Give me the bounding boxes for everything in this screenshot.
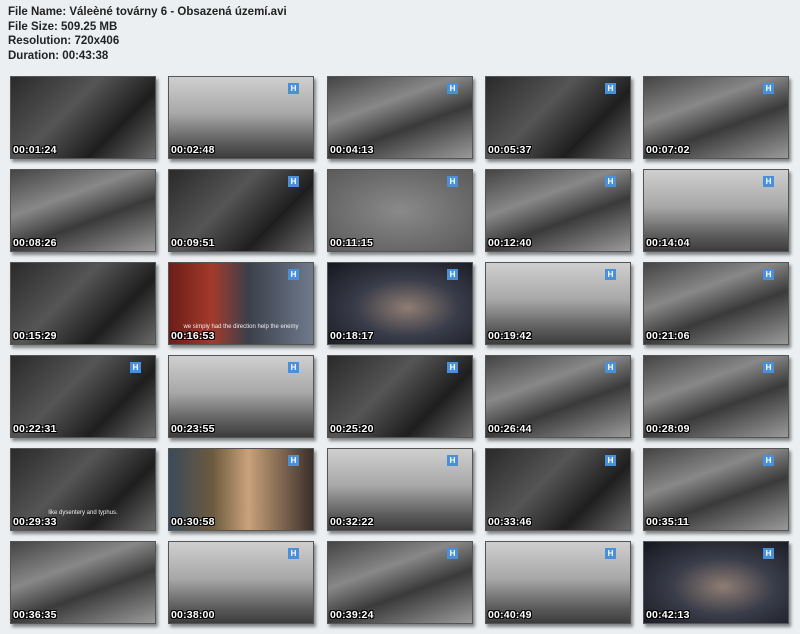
channel-logo-icon: H [288, 176, 299, 187]
channel-logo-icon: H [605, 269, 616, 280]
video-thumbnail: H 00:04:13 [327, 76, 473, 159]
channel-logo-icon: H [763, 548, 774, 559]
video-thumbnail: H 00:28:09 [643, 355, 789, 438]
timestamp: 00:12:40 [488, 237, 532, 249]
channel-logo-icon: H [288, 83, 299, 94]
video-thumbnail: H 00:11:15 [327, 169, 473, 252]
video-thumbnail: H 00:22:31 [10, 355, 156, 438]
channel-logo-icon: H [447, 362, 458, 373]
channel-logo-icon: H [288, 362, 299, 373]
timestamp: 00:28:09 [646, 423, 690, 435]
channel-logo-icon: H [288, 548, 299, 559]
video-thumbnail: H 00:33:46 [485, 448, 631, 531]
video-thumbnail: H 00:25:20 [327, 355, 473, 438]
channel-logo-icon: H [447, 269, 458, 280]
timestamp: 00:16:53 [171, 330, 215, 342]
timestamp: 00:09:51 [171, 237, 215, 249]
channel-logo-icon: H [447, 455, 458, 466]
channel-logo-icon: H [763, 362, 774, 373]
video-thumbnail: H 00:09:51 [168, 169, 314, 252]
timestamp: 00:40:49 [488, 609, 532, 621]
timestamp: 00:38:00 [171, 609, 215, 621]
timestamp: 00:18:17 [330, 330, 374, 342]
timestamp: 00:02:48 [171, 144, 215, 156]
video-thumbnail: H 00:23:55 [168, 355, 314, 438]
timestamp: 00:30:58 [171, 516, 215, 528]
channel-logo-icon: H [605, 548, 616, 559]
video-thumbnail: H 00:35:11 [643, 448, 789, 531]
video-thumbnail: H 00:18:17 [327, 262, 473, 345]
channel-logo-icon: H [447, 176, 458, 187]
channel-logo-icon: H [605, 176, 616, 187]
video-thumbnail: 00:36:35 [10, 541, 156, 624]
video-thumbnail: 00:15:29 [10, 262, 156, 345]
timestamp: 00:07:02 [646, 144, 690, 156]
video-thumbnail: H 00:14:04 [643, 169, 789, 252]
timestamp: 00:19:42 [488, 330, 532, 342]
video-thumbnail: H 00:21:06 [643, 262, 789, 345]
video-thumbnail: H 00:40:49 [485, 541, 631, 624]
video-thumbnail: H 00:19:42 [485, 262, 631, 345]
timestamp: 00:32:22 [330, 516, 374, 528]
timestamp: 00:39:24 [330, 609, 374, 621]
timestamp: 00:35:11 [646, 516, 690, 528]
video-thumbnail: H 00:39:24 [327, 541, 473, 624]
channel-logo-icon: H [605, 83, 616, 94]
channel-logo-icon: H [605, 455, 616, 466]
video-thumbnail: H 00:12:40 [485, 169, 631, 252]
channel-logo-icon: H [763, 455, 774, 466]
video-thumbnail: H 00:02:48 [168, 76, 314, 159]
channel-logo-icon: H [130, 362, 141, 373]
timestamp: 00:08:26 [13, 237, 57, 249]
timestamp: 00:26:44 [488, 423, 532, 435]
timestamp: 00:05:37 [488, 144, 532, 156]
timestamp: 00:42:13 [646, 609, 690, 621]
video-thumbnail: 00:08:26 [10, 169, 156, 252]
timestamp: 00:11:15 [330, 237, 374, 249]
video-thumbnail: H 00:07:02 [643, 76, 789, 159]
timestamp: 00:29:33 [13, 516, 57, 528]
timestamp: 00:22:31 [13, 423, 57, 435]
video-thumbnail: H 00:38:00 [168, 541, 314, 624]
channel-logo-icon: H [288, 455, 299, 466]
timestamp: 00:14:04 [646, 237, 690, 249]
timestamp: 00:36:35 [13, 609, 57, 621]
video-thumbnail: H 00:05:37 [485, 76, 631, 159]
channel-logo-icon: H [763, 83, 774, 94]
timestamp: 00:25:20 [330, 423, 374, 435]
timestamp: 00:23:55 [171, 423, 215, 435]
channel-logo-icon: H [763, 269, 774, 280]
channel-logo-icon: H [447, 548, 458, 559]
timestamp: 00:33:46 [488, 516, 532, 528]
channel-logo-icon: H [605, 362, 616, 373]
video-thumbnail: H 00:42:13 [643, 541, 789, 624]
thumbnail-grid: 00:01:24 H 00:02:48 H 00:04:13 H 00:05:37 H 00:0… [0, 0, 800, 634]
video-thumbnail: 00:01:24 [10, 76, 156, 159]
channel-logo-icon: H [763, 176, 774, 187]
video-thumbnail: like dysentery and typhus. 00:29:33 [10, 448, 156, 531]
timestamp: 00:04:13 [330, 144, 374, 156]
timestamp: 00:21:06 [646, 330, 690, 342]
timestamp: 00:15:29 [13, 330, 57, 342]
video-thumbnail: Hwe simply had the direction help the en… [168, 262, 314, 345]
timestamp: 00:01:24 [13, 144, 57, 156]
channel-logo-icon: H [447, 83, 458, 94]
video-thumbnail: H 00:26:44 [485, 355, 631, 438]
video-thumbnail: H 00:30:58 [168, 448, 314, 531]
video-thumbnail: H 00:32:22 [327, 448, 473, 531]
channel-logo-icon: H [288, 269, 299, 280]
